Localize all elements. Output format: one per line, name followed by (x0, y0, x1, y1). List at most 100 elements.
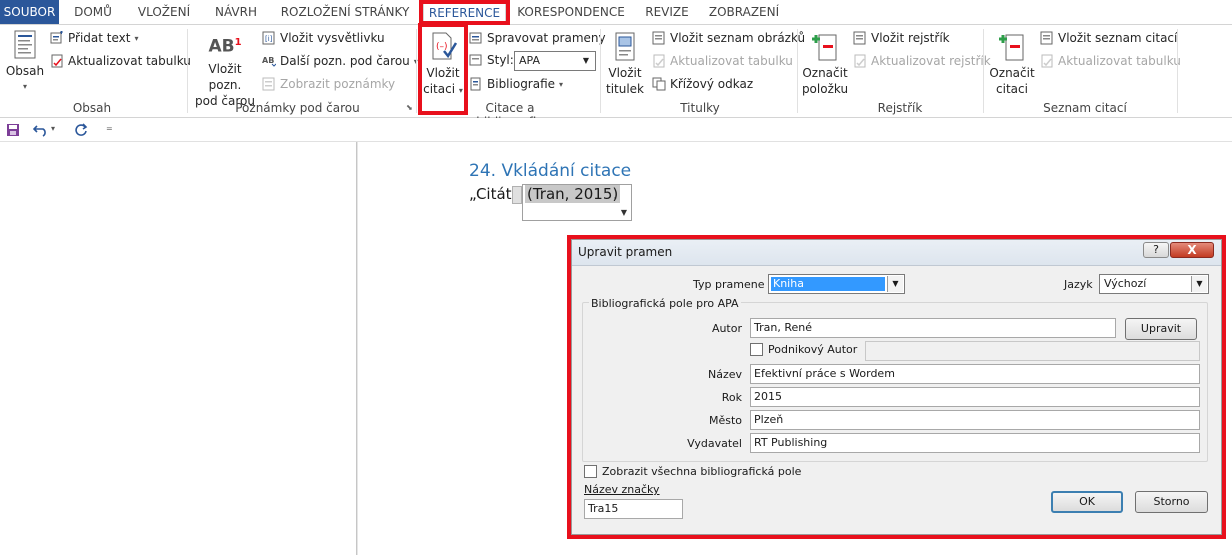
tab-zobrazeni[interactable]: ZOBRAZENÍ (703, 0, 785, 24)
oznacit-polozku-label-1: Označit (802, 66, 848, 80)
tab-soubor[interactable]: SOUBOR (0, 0, 59, 24)
document-quote-suffix: . (613, 185, 618, 203)
tab-revize[interactable]: REVIZE (636, 0, 698, 24)
vydavatel-label: Vydavatel (687, 437, 742, 450)
mark-entry-icon (812, 34, 837, 61)
tab-korespondence[interactable]: KORESPONDENCE (512, 0, 630, 24)
jazyk-select[interactable]: Výchozí ▼ (1099, 274, 1209, 294)
zobrazit-poznamky-button[interactable]: Zobrazit poznámky (262, 77, 395, 91)
insert-index-icon (853, 31, 866, 45)
obsah-button[interactable]: Obsah ▾ (4, 29, 46, 95)
tab-domu[interactable]: DOMŮ (63, 0, 123, 24)
aktualizovat-rejstrik-label: Aktualizovat rejstřík (871, 54, 991, 68)
group-label-seznam-citaci: Seznam citací (1043, 101, 1127, 115)
content-control-handle-icon[interactable] (512, 186, 522, 204)
aktualizovat-rejstrik-button[interactable]: Aktualizovat rejstřík (853, 54, 991, 68)
customize-toolbar-icon[interactable]: = (106, 124, 113, 133)
aktualizovat-tabulku-citaci-label: Aktualizovat tabulku (1058, 54, 1181, 68)
vlozit-vysvetlivku-button[interactable]: [i] Vložit vysvětlivku (262, 31, 385, 45)
aktualizovat-tabulku-citaci-button[interactable]: Aktualizovat tabulku (1040, 54, 1181, 68)
vydavatel-field[interactable]: RT Publishing (750, 433, 1200, 453)
aktualizovat-tabulku-titulky-button[interactable]: Aktualizovat tabulku (652, 54, 793, 68)
group-label-rejstrik: Rejstřík (877, 101, 923, 115)
mark-citation-icon (999, 34, 1024, 61)
oznacit-polozku-button[interactable]: Označit položku (800, 31, 850, 97)
podnikovy-autor-field[interactable] (865, 341, 1200, 361)
nazev-znacky-field[interactable]: Tra15 (584, 499, 683, 519)
help-button[interactable]: ? (1143, 242, 1169, 258)
chevron-down-icon: ▾ (22, 82, 27, 91)
tab-navrh[interactable]: NÁVRH (205, 0, 267, 24)
spravovat-prameny-button[interactable]: Spravovat prameny (469, 31, 606, 45)
dialog-titlebar[interactable]: Upravit pramen ? X (572, 240, 1221, 266)
typ-pramene-select[interactable]: Kniha ▼ (768, 274, 905, 294)
highlight-frame-vlozit-citaci (418, 23, 468, 115)
update-table-icon (1041, 54, 1053, 68)
chevron-down-icon: ▼ (578, 53, 594, 69)
zobrazit-vsechna-pole-checkbox[interactable] (584, 465, 597, 478)
spravovat-prameny-label: Spravovat prameny (487, 31, 606, 45)
podnikovy-autor-label: Podnikový Autor (768, 343, 858, 356)
nazev-znacky-label: Název značky (584, 483, 660, 496)
undo-icon[interactable] (33, 123, 49, 137)
mesto-label: Město (708, 414, 742, 427)
zobrazit-poznamky-label: Zobrazit poznámky (280, 77, 396, 91)
chevron-down-icon[interactable]: ▼ (617, 206, 631, 220)
autor-field[interactable]: Tran, René (750, 318, 1116, 338)
next-footnote-icon: AB (262, 56, 276, 67)
styl-dropdown[interactable]: APA ▼ (514, 51, 596, 71)
pridat-text-button[interactable]: Přidat text ▾ (50, 31, 138, 45)
insert-caption-icon (615, 32, 635, 61)
svg-text:[i]: [i] (265, 35, 273, 43)
styl-label: Styl: (487, 53, 514, 67)
mesto-field[interactable]: Plzeň (750, 410, 1200, 430)
group-label-titulky: Titulky (680, 101, 720, 115)
oznacit-polozku-label-2: položku (801, 82, 849, 96)
jazyk-value: Výchozí (1104, 277, 1147, 290)
vlozit-seznam-citaci-button[interactable]: Vložit seznam citací (1040, 31, 1177, 45)
tab-vlozeni[interactable]: VLOŽENÍ (128, 0, 200, 24)
oznacit-citaci-button[interactable]: Označit citaci (987, 31, 1037, 97)
storno-button[interactable]: Storno (1135, 491, 1208, 513)
vlozit-seznam-obrazku-button[interactable]: Vložit seznam obrázků (652, 31, 805, 45)
bibliografie-button[interactable]: Bibliografie ▾ (469, 77, 563, 91)
insert-table-of-authorities-icon (1040, 31, 1053, 45)
oznacit-citaci-label-1: Označit (989, 66, 1035, 80)
krizovy-odkaz-button[interactable]: Křížový odkaz (652, 77, 753, 91)
save-icon[interactable] (6, 123, 20, 137)
styl-selector: Styl: (469, 53, 514, 67)
group-label-obsah: Obsah (72, 101, 112, 115)
redo-icon[interactable] (74, 123, 88, 137)
chevron-down-icon: ▼ (887, 276, 903, 292)
ok-button[interactable]: OK (1051, 491, 1123, 513)
rok-field[interactable]: 2015 (750, 387, 1200, 407)
upravit-button[interactable]: Upravit (1125, 318, 1197, 340)
citation-text[interactable]: (Tran, 2015) (525, 185, 621, 203)
tab-rozlozeni-stranky[interactable]: ROZLOŽENÍ STRÁNKY (272, 0, 418, 24)
vlozit-titulek-button[interactable]: Vložit titulek (604, 31, 646, 97)
highlight-frame-reference-tab (419, 0, 510, 25)
vlozit-poznamku-button[interactable]: AB1 Vložit pozn. pod čarou (192, 35, 258, 109)
table-of-contents-icon (14, 30, 36, 59)
podnikovy-autor-checkbox[interactable] (750, 343, 763, 356)
fieldset-legend: Bibliografická pole pro APA (589, 297, 741, 310)
aktualizovat-tabulku-label: Aktualizovat tabulku (68, 54, 191, 68)
dalsi-poznamka-button[interactable]: AB Další pozn. pod čarou ▾ (262, 54, 418, 68)
typ-pramene-label: Typ pramene (693, 278, 765, 291)
bibliografie-label: Bibliografie (487, 77, 556, 91)
chevron-down-icon[interactable]: ▾ (51, 124, 55, 133)
vlozit-seznam-obrazku-label: Vložit seznam obrázků (670, 31, 806, 45)
dialog-launcher-icon[interactable]: ⬊ (406, 103, 413, 112)
vlozit-rejstrik-button[interactable]: Vložit rejstřík (853, 31, 950, 45)
quick-access-toolbar: ▾ = (0, 118, 1232, 142)
jazyk-label: Jazyk (1064, 278, 1093, 291)
aktualizovat-tabulku-obsah-button[interactable]: Aktualizovat tabulku (50, 54, 191, 68)
group-label-poznamky: Poznámky pod čarou (235, 101, 360, 115)
close-button[interactable]: X (1170, 242, 1214, 258)
manage-sources-icon (469, 32, 482, 44)
pridat-text-label: Přidat text (68, 31, 131, 45)
aktualizovat-tabulku-titulky-label: Aktualizovat tabulku (670, 54, 793, 68)
nazev-field[interactable]: Efektivní práce s Wordem (750, 364, 1200, 384)
group-separator (600, 29, 601, 113)
footnote-icon: AB1 (208, 36, 242, 57)
